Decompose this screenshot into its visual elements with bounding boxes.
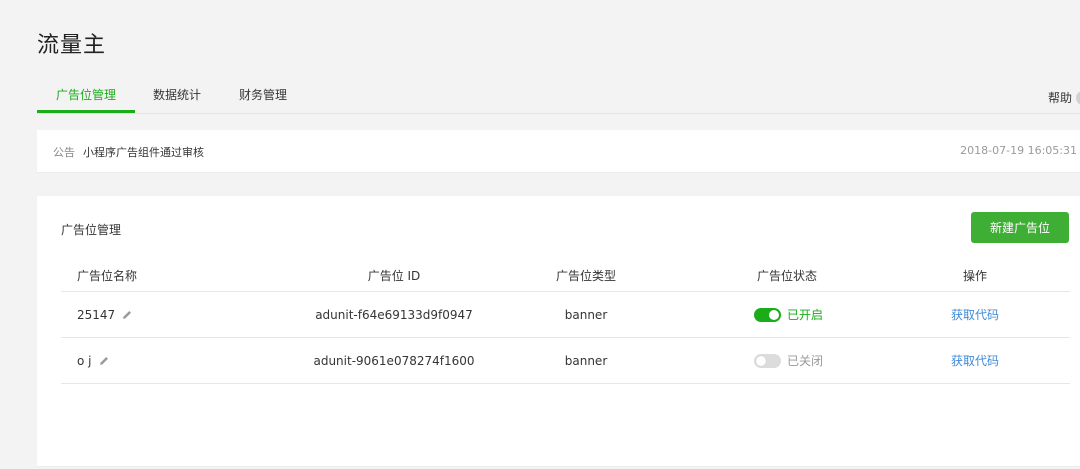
status-toggle[interactable]	[754, 353, 781, 368]
ad-unit-type: banner	[564, 353, 608, 368]
toggle-knob	[756, 355, 766, 366]
pencil-icon[interactable]	[121, 309, 133, 321]
ad-unit-table: 广告位名称 广告位 ID 广告位类型 广告位状态 操作 25147 adunit…	[61, 260, 1070, 384]
ad-unit-status: 已关闭	[754, 338, 854, 383]
pencil-icon[interactable]	[98, 355, 110, 367]
ad-unit-id: adunit-f64e69133d9f0947	[315, 307, 473, 322]
ad-unit-card: 广告位管理 新建广告位 广告位名称 广告位 ID 广告位类型 广告位状态 操作 …	[37, 196, 1080, 467]
notice-bar: 公告 小程序广告组件通过审核 2018-07-19 16:05:31	[37, 130, 1080, 173]
page-title: 流量主	[37, 33, 107, 58]
status-text: 已关闭	[787, 354, 824, 368]
get-code-link-cell: 获取代码	[925, 338, 1025, 383]
tabs-divider	[37, 113, 1080, 114]
new-ad-unit-button[interactable]: 新建广告位	[971, 212, 1069, 243]
header-name: 广告位名称	[77, 269, 138, 283]
header-type: 广告位类型	[555, 269, 616, 283]
card-title: 广告位管理	[61, 223, 122, 237]
ad-unit-name: 25147	[77, 307, 116, 322]
header-status: 广告位状态	[756, 269, 817, 283]
notice-text[interactable]: 小程序广告组件通过审核	[83, 144, 204, 160]
help-label: 帮助	[1048, 91, 1073, 105]
help-icon	[1076, 91, 1080, 105]
status-text: 已开启	[787, 308, 824, 322]
table-row: o j adunit-9061e078274f1600 banner 已关闭 获…	[61, 338, 1070, 384]
ad-unit-name-cell: o j	[77, 338, 257, 383]
header-action: 操作	[962, 269, 987, 283]
header-id: 广告位 ID	[367, 269, 421, 283]
notice-label: 公告	[53, 146, 75, 159]
ad-unit-id: adunit-9061e078274f1600	[313, 353, 475, 368]
ad-unit-status: 已开启	[754, 292, 854, 337]
tab-ad-unit-management[interactable]: 广告位管理	[56, 86, 116, 103]
toggle-knob	[769, 309, 779, 320]
ad-unit-name: o j	[77, 353, 92, 368]
get-code-link-cell: 获取代码	[925, 292, 1025, 337]
status-toggle[interactable]	[754, 307, 781, 322]
tab-finance-management[interactable]: 财务管理	[239, 86, 287, 103]
table-header-row: 广告位名称 广告位 ID 广告位类型 广告位状态 操作	[61, 260, 1070, 292]
get-code-link[interactable]: 获取代码	[951, 306, 999, 323]
help-link[interactable]: 帮助	[1048, 89, 1080, 106]
tab-data-statistics[interactable]: 数据统计	[153, 86, 201, 103]
ad-unit-name-cell: 25147	[77, 292, 257, 337]
get-code-link[interactable]: 获取代码	[951, 352, 999, 369]
notice-time: 2018-07-19 16:05:31	[960, 144, 1077, 157]
ad-unit-type: banner	[564, 307, 608, 322]
table-row: 25147 adunit-f64e69133d9f0947 banner 已开启…	[61, 292, 1070, 338]
